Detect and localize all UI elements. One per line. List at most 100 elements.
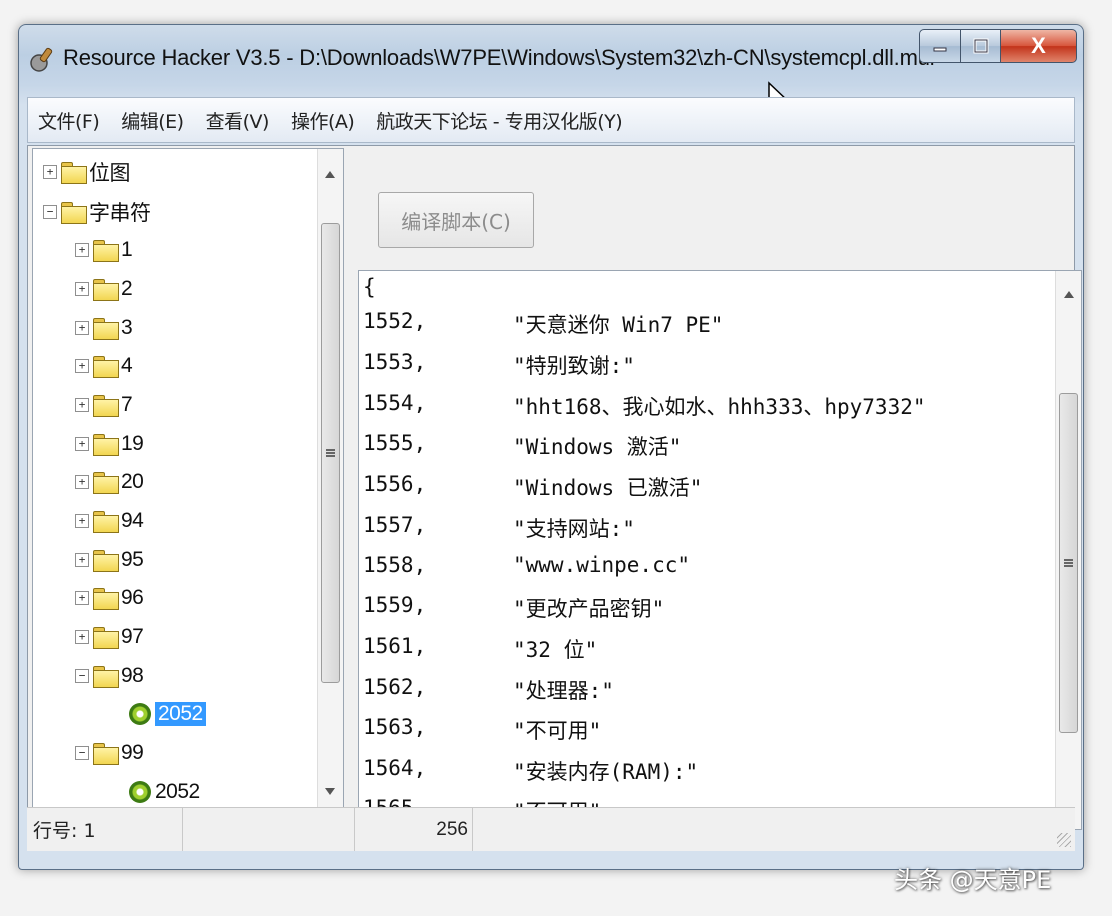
string-value: "32 位": [513, 638, 598, 662]
tree-node-95[interactable]: + 95: [75, 543, 144, 577]
string-value: "不可用": [513, 719, 602, 743]
expand-icon[interactable]: +: [75, 591, 89, 605]
string-id: 1552,: [363, 309, 427, 333]
collapse-icon[interactable]: −: [43, 205, 57, 219]
folder-icon: [93, 511, 119, 533]
resource-tree[interactable]: + 位图 − 字串符 + 1 + 2 + 3 + 4 + 7 + 19 + 20…: [32, 148, 344, 808]
scroll-thumb[interactable]: [1059, 393, 1078, 733]
status-bar: 行号: 1 256: [27, 807, 1075, 851]
tree-node-99[interactable]: − 99: [75, 736, 144, 770]
status-value: 256: [355, 808, 473, 851]
string-value: "安装内存(RAM):": [513, 760, 699, 784]
folder-open-icon: [93, 743, 119, 765]
window-title: Resource Hacker V3.5 - D:\Downloads\W7PE…: [63, 45, 935, 70]
string-id: 1556,: [363, 472, 427, 496]
expand-icon[interactable]: +: [75, 514, 89, 528]
tree-node-96[interactable]: + 96: [75, 581, 144, 615]
maximize-icon: [973, 38, 988, 54]
string-value: "hht168、我心如水、hhh333、hpy7332": [513, 395, 926, 419]
expand-icon[interactable]: +: [75, 630, 89, 644]
tree-leaf-98-2052[interactable]: 2052: [129, 697, 206, 731]
string-value: "特别致谢:": [513, 354, 635, 378]
expand-icon[interactable]: +: [75, 321, 89, 335]
tree-node-label: 96: [121, 586, 144, 609]
collapse-icon[interactable]: −: [75, 746, 89, 760]
tree-node-4[interactable]: + 4: [75, 349, 133, 383]
tree-leaf-label: 2052: [155, 780, 200, 803]
script-scrollbar[interactable]: [1055, 271, 1081, 829]
app-window: Resource Hacker V3.5 - D:\Downloads\W7PE…: [18, 24, 1084, 870]
tree-node-label: 位图: [89, 161, 131, 185]
tree-node-label: 3: [121, 316, 133, 339]
expand-icon[interactable]: +: [75, 475, 89, 489]
string-id: 1559,: [363, 593, 427, 617]
expand-icon[interactable]: +: [75, 398, 89, 412]
tree-node-7[interactable]: + 7: [75, 388, 133, 422]
tree-node-97[interactable]: + 97: [75, 620, 144, 654]
resource-gear-icon: [129, 703, 151, 725]
menu-edit[interactable]: 编辑(E): [121, 107, 184, 134]
string-value: "更改产品密钥": [513, 597, 665, 621]
tree-scrollbar[interactable]: [317, 149, 343, 807]
title-bar[interactable]: Resource Hacker V3.5 - D:\Downloads\W7PE…: [19, 25, 1083, 118]
script-editor[interactable]: { 1552, "天意迷你 Win7 PE" 1553, "特别致谢:" 155…: [358, 270, 1082, 830]
string-value: "Windows 激活": [513, 435, 682, 459]
window-controls: X: [919, 29, 1077, 67]
string-id: 1562,: [363, 675, 427, 699]
minimize-button[interactable]: [919, 29, 961, 63]
string-id: 1564,: [363, 756, 427, 780]
tree-node-label: 4: [121, 354, 133, 377]
tree-node-3[interactable]: + 3: [75, 311, 133, 345]
string-id: 1554,: [363, 391, 427, 415]
client-area: + 位图 − 字串符 + 1 + 2 + 3 + 4 + 7 + 19 + 20…: [27, 145, 1082, 851]
scroll-down-arrow-icon[interactable]: [325, 788, 335, 795]
scroll-up-arrow-icon[interactable]: [1064, 291, 1074, 298]
expand-icon[interactable]: +: [75, 437, 89, 451]
grip-icon: [326, 449, 335, 457]
tree-node-20[interactable]: + 20: [75, 465, 144, 499]
resource-gear-icon: [129, 781, 151, 803]
scroll-up-arrow-icon[interactable]: [325, 171, 335, 178]
resize-grip-icon[interactable]: [1057, 833, 1071, 847]
tree-node-bitmap[interactable]: + 位图: [43, 155, 131, 189]
expand-icon[interactable]: +: [75, 553, 89, 567]
tree-node-label: 94: [121, 509, 144, 532]
menu-file[interactable]: 文件(F): [38, 107, 100, 134]
string-id: 1557,: [363, 513, 427, 537]
expand-icon[interactable]: +: [75, 359, 89, 373]
maximize-button[interactable]: [961, 29, 1001, 63]
folder-icon: [93, 318, 119, 340]
folder-icon: [93, 550, 119, 572]
collapse-icon[interactable]: −: [75, 669, 89, 683]
tree-node-strings[interactable]: − 字串符: [43, 195, 151, 229]
tree-leaf-99-2052[interactable]: 2052: [129, 775, 200, 807]
expand-icon[interactable]: +: [43, 165, 57, 179]
folder-icon: [93, 356, 119, 378]
tree-node-label: 95: [121, 548, 144, 571]
menu-action[interactable]: 操作(A): [291, 107, 355, 134]
menu-forum[interactable]: 航政天下论坛 - 专用汉化版(Y): [376, 107, 622, 134]
string-id: 1553,: [363, 350, 427, 374]
tree-node-19[interactable]: + 19: [75, 427, 144, 461]
folder-icon: [93, 472, 119, 494]
menu-bar: 文件(F) 编辑(E) 查看(V) 操作(A) 航政天下论坛 - 专用汉化版(Y…: [27, 97, 1075, 143]
expand-icon[interactable]: +: [75, 282, 89, 296]
tree-node-98[interactable]: − 98: [75, 659, 144, 693]
scroll-thumb[interactable]: [321, 223, 340, 683]
close-button[interactable]: X: [1001, 29, 1077, 63]
tree-node-1[interactable]: + 1: [75, 233, 133, 267]
tree-node-label: 98: [121, 664, 144, 687]
folder-icon: [93, 240, 119, 262]
tree-node-label: 97: [121, 625, 144, 648]
folder-icon: [93, 627, 119, 649]
compile-script-button[interactable]: 编译脚本(C): [378, 192, 534, 248]
tree-node-2[interactable]: + 2: [75, 272, 133, 306]
watermark: 头条 @天意PE: [894, 866, 1052, 894]
menu-view[interactable]: 查看(V): [206, 107, 270, 134]
expand-icon[interactable]: +: [75, 243, 89, 257]
folder-open-icon: [93, 666, 119, 688]
tree-node-label: 99: [121, 741, 144, 764]
tree-node-label: 7: [121, 393, 133, 416]
tree-node-94[interactable]: + 94: [75, 504, 144, 538]
string-id: 1555,: [363, 431, 427, 455]
